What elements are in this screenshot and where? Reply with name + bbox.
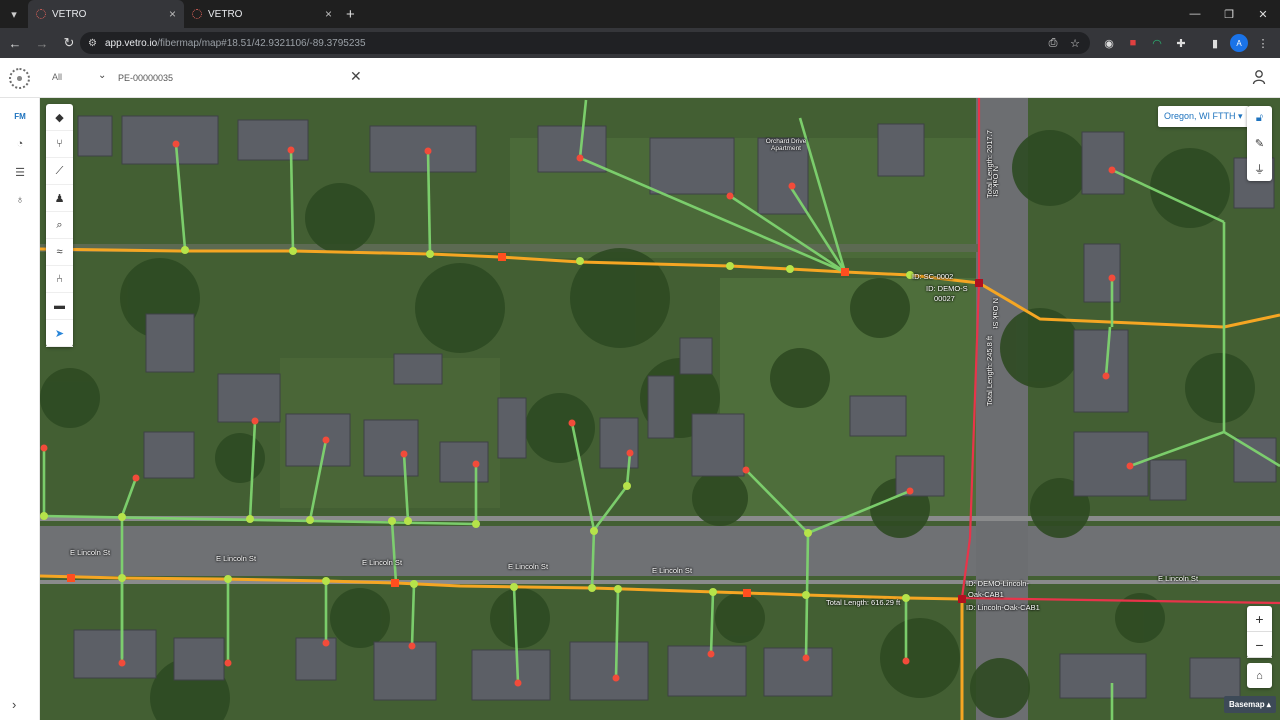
chevron-down-icon[interactable]: ⌄ xyxy=(98,70,106,81)
extension-green-icon[interactable]: ◠ xyxy=(1148,34,1166,52)
cabinet-label: ID: DEMO-Lincoln- xyxy=(966,579,1029,588)
send-icon[interactable]: ➤ xyxy=(46,320,73,347)
street-label: E Lincoln St xyxy=(1158,574,1199,583)
extension-red-icon[interactable]: ■ xyxy=(1124,34,1142,52)
restore-icon[interactable]: ❐ xyxy=(1212,0,1246,28)
slack-coil-label: ID: DEMO-S xyxy=(926,284,968,293)
map-toolbar: ◆ ⑂ ⟋ ♟ ⌕ ≈ ⑃ ▬ ➤ xyxy=(46,104,73,347)
app-header: All ⌄ PE-00000035 ✕ xyxy=(0,58,1280,98)
cable-length-label: Total Length: 2017.7 xyxy=(985,130,994,198)
map-canvas[interactable] xyxy=(40,98,1280,720)
user-icon[interactable] xyxy=(1252,69,1266,85)
zoom-search-icon[interactable]: ⌕ xyxy=(46,212,73,239)
vetro-favicon-icon xyxy=(36,9,46,19)
plug-icon[interactable]: ⏚ xyxy=(1247,156,1272,181)
zoom-out-button[interactable]: − xyxy=(1247,632,1272,658)
cable-length-label: Total Length: 616.29 ft xyxy=(826,598,901,607)
sidebar-icon[interactable]: ▮ xyxy=(1206,34,1224,52)
branch-icon[interactable]: ⑂ xyxy=(46,131,73,158)
clear-search-icon[interactable]: ✕ xyxy=(350,68,362,85)
tab-search-icon[interactable]: ▾ xyxy=(0,0,28,28)
cabinet-label: ID: Lincoln-Oak-CAB1 xyxy=(966,603,1040,612)
street-label: N Oak St xyxy=(991,298,1000,329)
forward-icon[interactable]: → xyxy=(30,31,54,55)
street-label: E Lincoln St xyxy=(216,554,257,563)
dashboard-icon[interactable]: ◔ xyxy=(10,134,30,154)
browser-menu-icon[interactable]: ⋮ xyxy=(1254,34,1272,52)
building-label: Orchard Drive Apartment xyxy=(765,138,807,152)
reload-icon[interactable]: ↻ xyxy=(57,31,81,55)
pencil-icon[interactable]: ✎ xyxy=(1247,131,1272,156)
layers-icon[interactable]: ◆ xyxy=(46,104,73,131)
close-window-icon[interactable]: ✕ xyxy=(1246,0,1280,28)
home-icon[interactable]: ⌂ xyxy=(1247,663,1272,688)
browser-tab-active[interactable]: VETRO × xyxy=(28,0,184,28)
extension-icon[interactable]: ◉ xyxy=(1100,34,1118,52)
url-host: app.vetro.io xyxy=(104,37,158,49)
split-icon[interactable]: ⑃ xyxy=(46,266,73,293)
pin-icon[interactable]: ♟ xyxy=(46,185,73,212)
slack-coil-label: 00027 xyxy=(934,294,955,303)
street-label: E Lincoln St xyxy=(70,548,111,557)
cabinet-label: Oak-CAB1 xyxy=(968,590,1004,599)
back-icon[interactable]: ← xyxy=(3,31,27,55)
tab-title: VETRO xyxy=(52,8,87,20)
street-label: E Lincoln St xyxy=(652,566,693,575)
filter-select[interactable]: All xyxy=(52,72,62,82)
ruler-icon[interactable]: ▬ xyxy=(46,293,73,320)
url-path: /fibermap/map#18.51/42.9321106/-89.37952… xyxy=(157,37,366,49)
browser-tab[interactable]: VETRO × xyxy=(184,0,340,28)
zoom-controls: + − xyxy=(1247,606,1272,658)
chart-icon[interactable]: ⟋ xyxy=(46,158,73,185)
street-label: E Lincoln St xyxy=(508,562,549,571)
project-selector-button[interactable]: Oregon, WI FTTH ▾ xyxy=(1158,106,1249,127)
lightbulb-icon[interactable]: ♁ xyxy=(10,190,30,210)
slack-coil-label: ID: SC-0002 xyxy=(912,272,954,281)
vetro-favicon-icon xyxy=(192,9,202,19)
search-input[interactable]: PE-00000035 xyxy=(118,73,173,83)
bookmark-star-icon[interactable]: ☆ xyxy=(1066,34,1084,52)
basemap-button[interactable]: Basemap ▴ xyxy=(1224,696,1276,713)
address-bar: ← → ↻ ⚙ app.vetro.io/fibermap/map#18.51/… xyxy=(0,28,1280,58)
filters-icon[interactable]: ☰ xyxy=(10,162,30,182)
install-icon[interactable]: ⎙ xyxy=(1044,34,1062,52)
extensions-puzzle-icon[interactable]: ✚ xyxy=(1172,34,1190,52)
window-controls: — ❐ ✕ xyxy=(1178,0,1280,28)
lock-icon[interactable]: 🔓︎ xyxy=(1247,106,1272,131)
browser-tabbar: ▾ VETRO × VETRO × + — ❐ ✕ xyxy=(0,0,1280,28)
new-tab-button[interactable]: + xyxy=(346,6,355,23)
left-nav: FM ◔ ☰ ♁ › xyxy=(0,98,40,720)
route-icon[interactable]: ≈ xyxy=(46,239,73,266)
vetro-logo[interactable] xyxy=(9,68,30,89)
zoom-in-button[interactable]: + xyxy=(1247,606,1272,632)
nav-fibermap[interactable]: FM xyxy=(10,106,30,126)
expand-nav-icon[interactable]: › xyxy=(12,697,16,712)
edit-toolbar: 🔓︎ ✎ ⏚ xyxy=(1247,106,1272,181)
profile-avatar[interactable]: A xyxy=(1230,34,1248,52)
close-tab-icon[interactable]: × xyxy=(325,7,332,21)
minimize-icon[interactable]: — xyxy=(1178,0,1212,28)
tab-title: VETRO xyxy=(208,8,243,20)
cable-length-label: Total Length: 245.8 ft xyxy=(985,335,994,406)
site-info-icon[interactable]: ⚙ xyxy=(88,38,97,49)
street-label: E Lincoln St xyxy=(362,558,403,567)
close-tab-icon[interactable]: × xyxy=(169,7,176,21)
url-field[interactable]: ⚙ app.vetro.io/fibermap/map#18.51/42.932… xyxy=(80,32,1090,54)
fiber-map[interactable]: E Lincoln St E Lincoln St E Lincoln St E… xyxy=(40,98,1280,720)
